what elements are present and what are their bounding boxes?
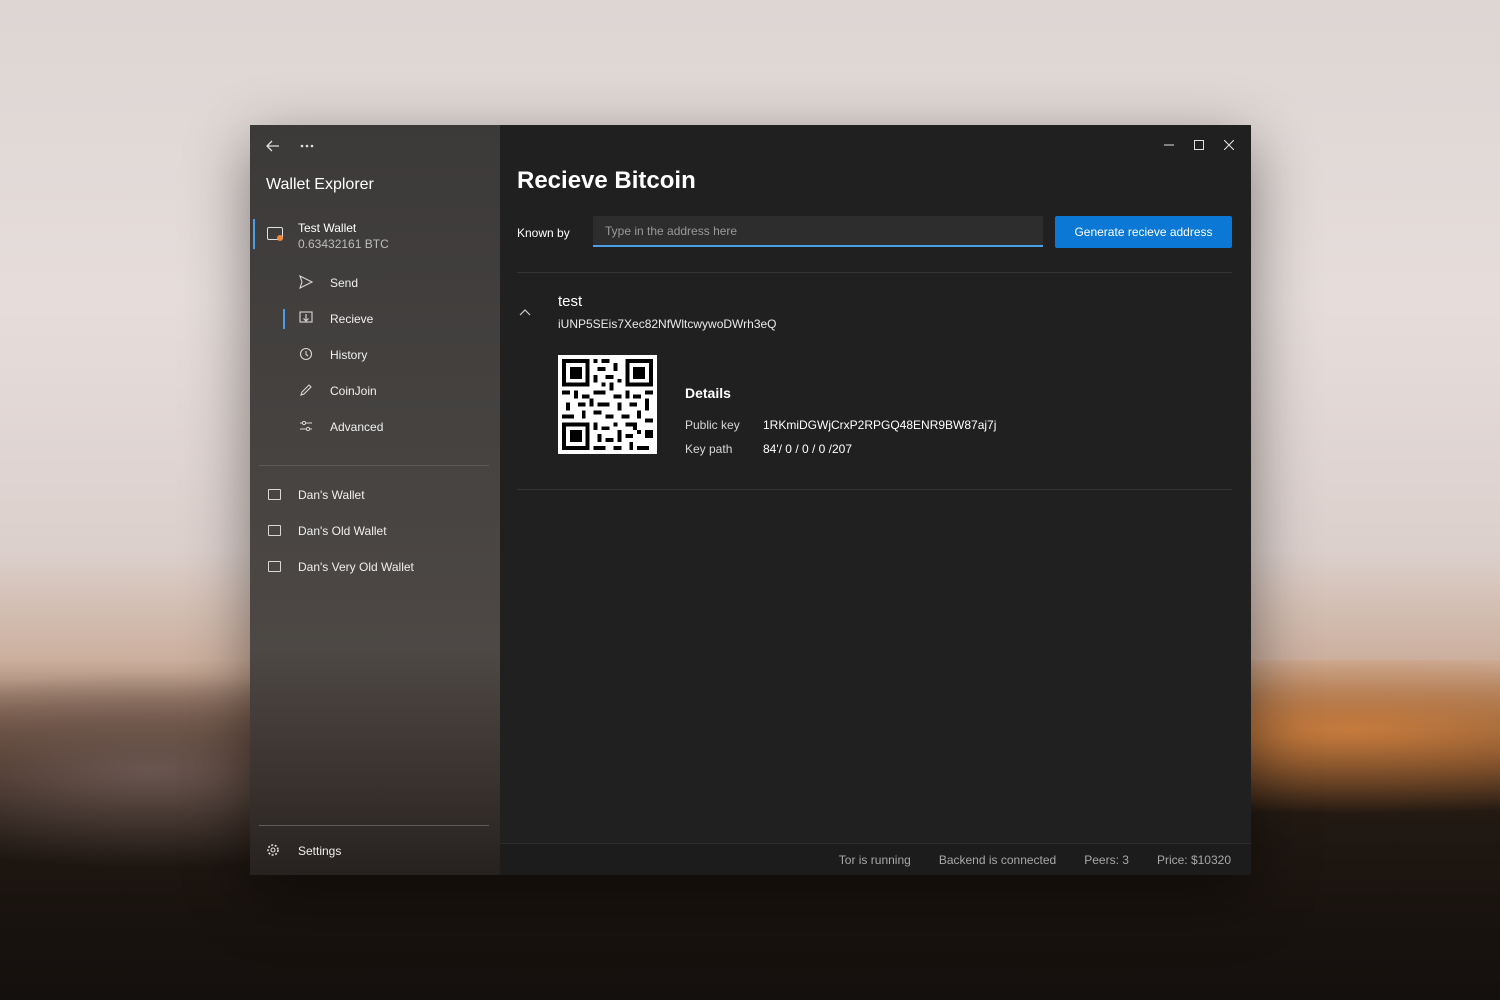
section-divider [517,272,1232,273]
gear-icon [266,843,280,860]
sidebar-item-history[interactable]: History [250,340,500,370]
public-key-label: Public key [685,418,740,432]
sidebar-item-coinjoin[interactable]: CoinJoin [250,376,500,406]
sidebar: Wallet Explorer Test Wallet 0.63432161 B… [250,125,500,875]
sidebar-item-label: Recieve [330,312,374,326]
sidebar-divider [259,825,489,826]
wallet-item-label: Dan's Very Old Wallet [298,560,414,574]
key-path-label: Key path [685,442,733,456]
settings-label: Settings [298,844,342,858]
backend-status: Backend is connected [938,853,1057,867]
history-icon [298,347,314,363]
sidebar-divider [259,465,489,466]
chevron-up-icon[interactable] [519,305,531,319]
qr-code [558,355,657,454]
send-icon [298,274,314,291]
wallet-item-dans-wallet[interactable]: Dan's Wallet [250,480,500,510]
sidebar-item-label: CoinJoin [330,384,377,398]
wallet-icon [268,561,281,572]
wallet-icon [268,525,281,536]
wallet-item-label: Dan's Old Wallet [298,524,387,538]
details-title: Details [685,385,731,401]
status-bar: Tor is running Backend is connected Peer… [500,843,1251,875]
known-by-label: Known by [517,226,570,240]
sidebar-item-recieve[interactable]: Recieve [250,304,500,334]
active-wallet-name: Test Wallet [298,221,357,235]
pen-icon [298,383,314,399]
receive-icon [298,311,314,327]
tor-status: Tor is running [838,853,911,867]
known-by-input[interactable] [593,216,1043,247]
selection-indicator [253,219,255,249]
app-title: Wallet Explorer [266,176,374,193]
window-controls [1161,137,1237,153]
wallet-item-label: Dan's Wallet [298,488,365,502]
sidebar-item-settings[interactable]: Settings [250,837,500,867]
back-arrow-icon[interactable] [264,137,282,155]
peers-count: Peers: 3 [1084,853,1129,867]
sidebar-item-label: Send [330,276,359,290]
sidebar-item-send[interactable]: Send [250,268,500,298]
sliders-icon [298,419,314,435]
address-value: iUNP5SEis7Xec82NfWltcwywoDWrh3eQ [558,317,777,331]
close-icon[interactable] [1221,137,1237,153]
sidebar-item-label: Advanced [330,420,384,434]
more-options-icon[interactable] [298,137,316,155]
sidebar-item-advanced[interactable]: Advanced [250,412,500,442]
minimize-icon[interactable] [1161,137,1177,153]
wallet-item-dans-very-old-wallet[interactable]: Dan's Very Old Wallet [250,552,500,582]
section-divider [517,489,1232,490]
generate-receive-address-button[interactable]: Generate recieve address [1055,216,1232,248]
maximize-icon[interactable] [1191,137,1207,153]
active-wallet-item[interactable]: Test Wallet 0.63432161 BTC [250,217,500,257]
selection-indicator [283,309,285,329]
price-display: Price: $10320 [1156,853,1231,867]
key-path-value: 84'/ 0 / 0 / 0 /207 [763,442,853,456]
active-wallet-balance: 0.63432161 BTC [298,237,389,251]
page-title: Recieve Bitcoin [517,167,696,194]
public-key-value: 1RKmiDGWjCrxP2RPGQ48ENR9BW87aj7j [763,418,997,432]
main-panel: Recieve Bitcoin Known by Generate reciev… [500,125,1251,875]
sidebar-top-bar [264,137,316,155]
address-label: test [558,293,583,310]
wallet-item-dans-old-wallet[interactable]: Dan's Old Wallet [250,516,500,546]
sidebar-item-label: History [330,348,368,362]
wallet-icon [268,489,281,500]
wallet-status-dot [277,235,283,241]
app-window: Wallet Explorer Test Wallet 0.63432161 B… [250,125,1251,875]
